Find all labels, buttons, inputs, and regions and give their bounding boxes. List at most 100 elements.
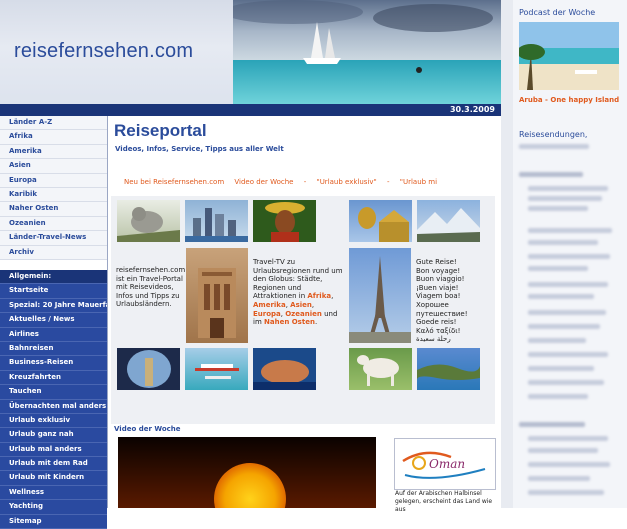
oman-ad-banner[interactable]: Oman [394, 438, 496, 490]
photo-island-coast[interactable] [417, 348, 480, 390]
nav-item-spezial-mauerfall[interactable]: Spezial: 20 Jahre Mauerfall [0, 299, 115, 314]
blurred-text [528, 448, 598, 453]
blurred-text [528, 366, 594, 371]
photo-dome-window[interactable] [117, 348, 180, 390]
intro-text: reisefernsehen.com ist ein Travel-Portal… [116, 266, 186, 309]
blurred-text [528, 228, 612, 233]
link-nahen-osten[interactable]: Nahen Osten [264, 318, 315, 326]
greeting: Gute Reise! [416, 258, 457, 266]
news-ticker-item[interactable]: "Urlaub exklusiv" [316, 178, 376, 186]
podcast-caption[interactable]: Aruba - One happy Island [519, 96, 619, 104]
right-column-separator [501, 0, 513, 508]
logo-area[interactable]: reisefernsehen.com [0, 0, 233, 104]
nav-item-airlines[interactable]: Airlines [0, 328, 107, 342]
nav-item-startseite[interactable]: Startseite [0, 284, 107, 299]
blurred-text [528, 254, 610, 259]
blurred-text [519, 422, 585, 427]
nav-item-kreuzfahrten[interactable]: Kreuzfahrten [0, 371, 107, 386]
blurred-text [528, 240, 598, 245]
link-afrika[interactable]: Afrika [307, 292, 331, 300]
nav-item-tauchen[interactable]: Tauchen [0, 385, 107, 400]
nav-item-yachting[interactable]: Yachting [0, 500, 107, 515]
general-nav: Allgemein: Startseite Spezial: 20 Jahre … [0, 270, 115, 529]
greeting: ¡Buen viaje! [416, 283, 459, 292]
nav-item-karibik[interactable]: Karibik [0, 187, 107, 203]
site-logo[interactable]: reisefernsehen.com [14, 40, 193, 63]
nav-item-urlaub-ganz-nah[interactable]: Urlaub ganz nah [0, 428, 107, 443]
photo-petra[interactable] [186, 248, 248, 343]
news-ticker-item[interactable]: Neu bei Reisefernsehen.com [124, 178, 224, 186]
blurred-text [528, 394, 588, 399]
greeting: رحلة سعيدة [416, 335, 451, 344]
news-ticker[interactable]: Neu bei Reisefernsehen.com Video der Woc… [124, 178, 460, 186]
greeting: Goede reis! [416, 318, 457, 327]
nav-item-afrika[interactable]: Afrika [0, 130, 107, 145]
blurred-text [528, 266, 588, 271]
nav-item-sitemap[interactable]: Sitemap [0, 515, 107, 529]
photo-seaplane[interactable] [185, 348, 248, 390]
blurred-text [528, 352, 608, 357]
link-europa[interactable]: Europa [253, 310, 281, 318]
header-banner-image [233, 0, 501, 104]
greeting: Buon viaggio! [416, 275, 465, 284]
photo-koala[interactable] [117, 200, 180, 242]
nav-item-archiv[interactable]: Archiv [0, 245, 107, 260]
current-date: 30.3.2009 [449, 105, 495, 114]
page-title: Reiseportal [114, 121, 207, 140]
blurred-text [528, 338, 586, 343]
nav-item-urlaub-mal-anders[interactable]: Urlaub mal anders [0, 443, 107, 458]
photo-native-portrait[interactable] [253, 200, 316, 242]
greeting: Хорошее [416, 300, 449, 309]
nav-item-business-reisen[interactable]: Business-Reisen [0, 356, 107, 371]
blurred-text [528, 206, 588, 211]
nav-item-asien[interactable]: Asien [0, 159, 107, 174]
page-subtitle: Videos, Infos, Service, Tipps aus aller … [115, 145, 284, 153]
nav-item-laender-a-z[interactable]: Länder A-Z [0, 116, 107, 131]
photo-skyline[interactable] [185, 200, 248, 242]
link-ozeanien[interactable]: Ozeanien [285, 310, 322, 318]
blurred-text [528, 476, 590, 481]
news-ticker-separator: - [303, 178, 307, 186]
nav-item-wellness[interactable]: Wellness [0, 486, 107, 501]
nav-item-ozeanien[interactable]: Ozeanien [0, 216, 107, 232]
nav-item-urlaub-rad[interactable]: Urlaub mit dem Rad [0, 457, 107, 472]
country-nav: Länder A-Z Afrika Amerika Asien Europa K… [0, 116, 107, 260]
video-of-week-heading: Video der Woche [114, 425, 181, 433]
nav-item-bahnreisen[interactable]: Bahnreisen [0, 342, 107, 357]
photo-temple-lion[interactable] [349, 200, 412, 242]
photo-coastal-town[interactable] [253, 348, 316, 390]
nav-divider [107, 116, 108, 508]
link-amerika[interactable]: Amerika [253, 301, 286, 309]
nav-item-urlaub-exklusiv[interactable]: Urlaub exklusiv [0, 414, 107, 429]
preposition-im: im [253, 318, 262, 327]
blurred-text [528, 490, 604, 495]
nav-item-aktuelles-news[interactable]: Aktuelles / News [0, 313, 107, 328]
oman-caption: Auf der Arabischen Halbinsel gelegen, er… [395, 490, 493, 513]
nav-item-laender-travel-news[interactable]: Länder-Travel-News [0, 231, 107, 246]
news-ticker-item[interactable]: "Urlaub mi [400, 178, 437, 186]
blurred-text [528, 324, 600, 329]
nav-item-urlaub-kindern[interactable]: Urlaub mit Kindern [0, 471, 107, 486]
photo-eiffel-tower[interactable] [349, 248, 411, 343]
blurred-text [528, 310, 606, 315]
nav-item-amerika[interactable]: Amerika [0, 144, 107, 160]
blurred-text [528, 462, 610, 467]
nav-item-uebernachten[interactable]: Übernachten mal anders [0, 400, 107, 414]
nav-item-europa[interactable]: Europa [0, 173, 107, 188]
nav-item-naher-osten[interactable]: Naher Osten [0, 202, 107, 217]
blurred-text [528, 196, 602, 201]
greetings-list: Gute Reise! Bon voyage! Buon viaggio! ¡B… [416, 258, 494, 344]
podcast-image[interactable] [519, 22, 619, 90]
news-ticker-separator: - [386, 178, 390, 186]
photo-horse[interactable] [349, 348, 412, 390]
nav-heading-allgemein: Allgemein: [0, 270, 107, 285]
blurred-text [519, 172, 583, 177]
video-player[interactable] [118, 437, 376, 508]
photo-mountains[interactable] [417, 200, 480, 242]
regions-text: Travel-TV zu Urlaubsregionen rund um den… [253, 258, 343, 327]
greeting: Bon voyage! [416, 266, 461, 275]
greeting: путешествие! [416, 309, 468, 318]
news-ticker-item[interactable]: Video der Woche [234, 178, 293, 186]
podcast-title: Podcast der Woche [519, 8, 596, 17]
link-asien[interactable]: Asien [290, 301, 312, 309]
